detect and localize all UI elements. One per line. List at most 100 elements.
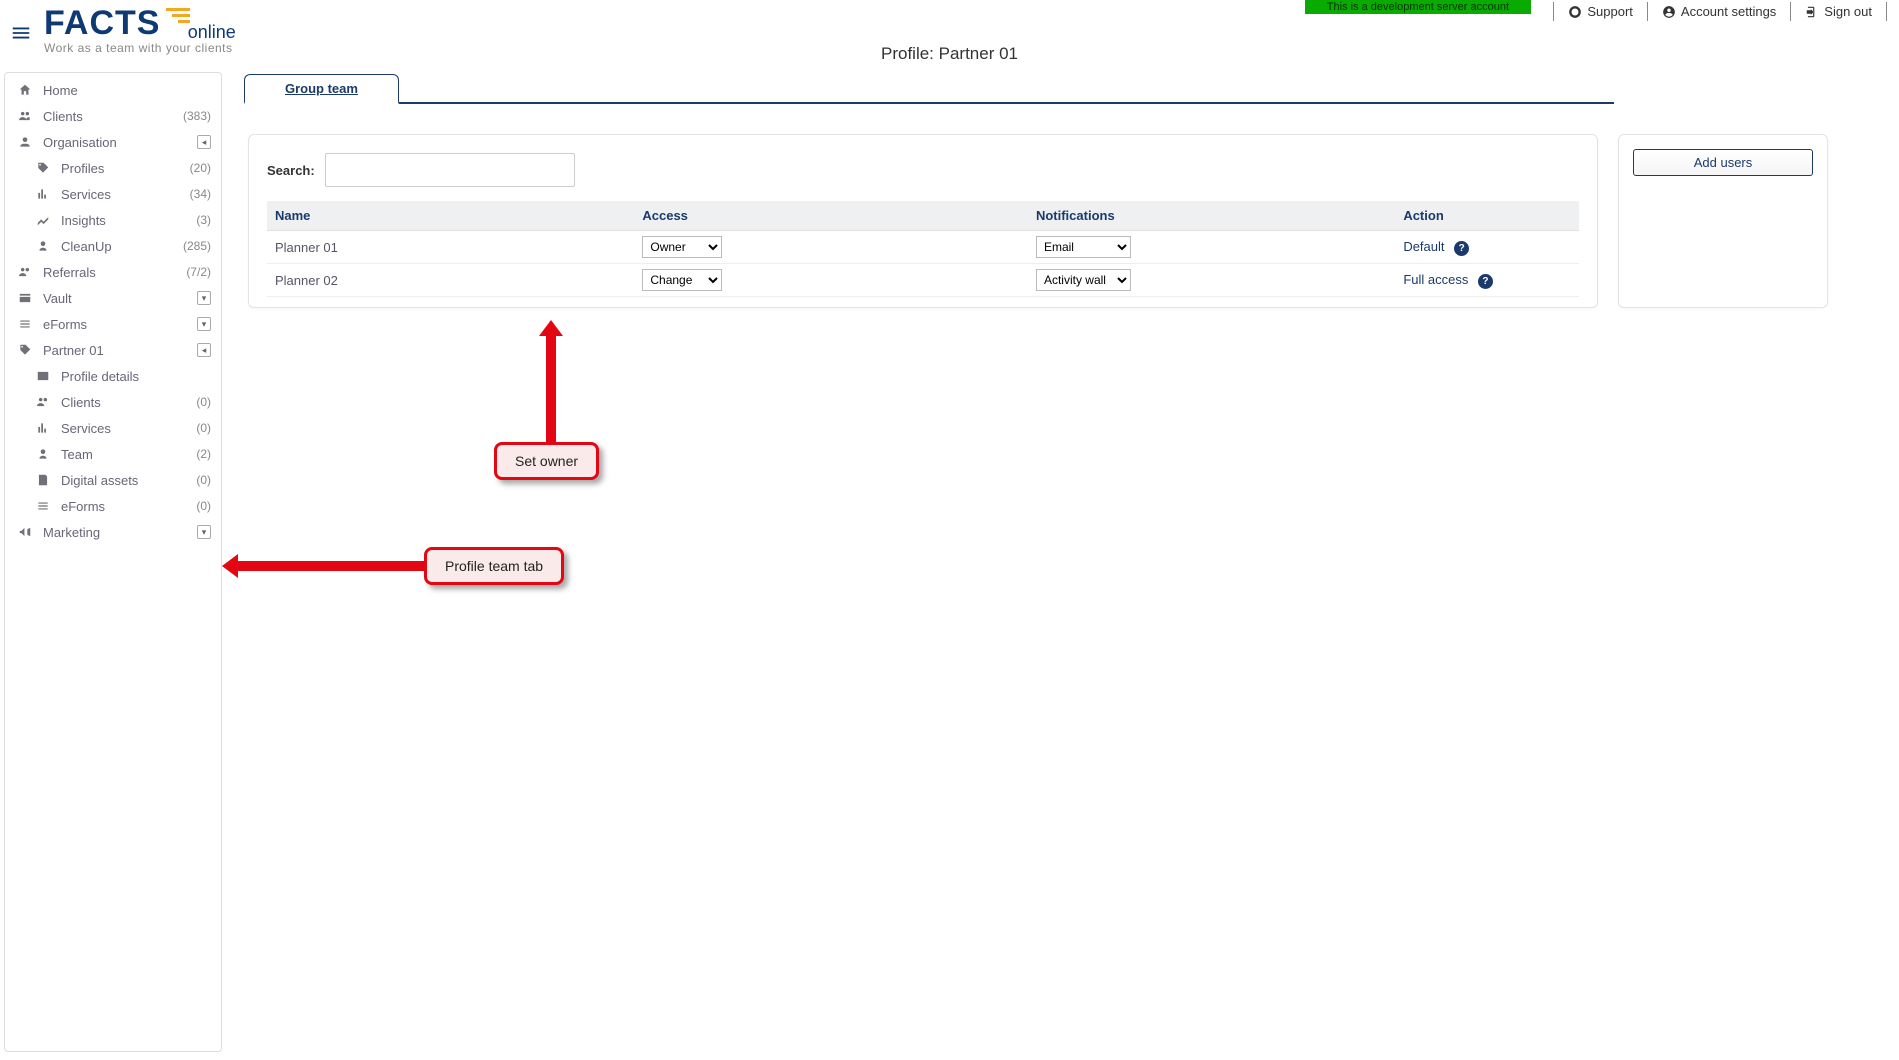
card-icon: [35, 368, 51, 384]
sidebar-item-label: Insights: [61, 213, 186, 228]
megaphone-icon: [17, 524, 33, 540]
sidebar-item-label: Marketing: [43, 525, 187, 540]
collapse-left-icon[interactable]: ◂: [197, 343, 211, 357]
cell-name: Planner 01: [267, 231, 634, 264]
sidebar-item-partner01[interactable]: Partner 01 ◂: [5, 337, 221, 363]
tab-group-team[interactable]: Group team: [244, 74, 399, 104]
sidebar-item-p-services[interactable]: Services (0): [5, 415, 221, 441]
access-select[interactable]: Owner: [642, 236, 722, 258]
sign-out-label: Sign out: [1824, 4, 1872, 19]
users-icon: [35, 394, 51, 410]
tab-bar: Group team: [244, 72, 1614, 104]
sidebar-item-label: Profile details: [61, 369, 211, 384]
sidebar: Home Clients (383) Organisation ◂ Profil…: [4, 72, 222, 1052]
search-input[interactable]: [325, 153, 575, 187]
brand-facts: FACTS: [44, 4, 160, 42]
sidebar-item-services[interactable]: Services (34): [5, 181, 221, 207]
cleanup-icon: [35, 238, 51, 254]
sidebar-item-label: Profiles: [61, 161, 180, 176]
sidebar-item-vault[interactable]: Vault ▾: [5, 285, 221, 311]
sidebar-item-label: Services: [61, 421, 186, 436]
annotation-set-owner: Set owner: [494, 442, 599, 480]
brand-tagline: Work as a team with your clients: [44, 41, 236, 55]
expand-icon[interactable]: ▾: [197, 525, 211, 539]
help-icon[interactable]: ?: [1478, 274, 1493, 289]
sidebar-item-label: Vault: [43, 291, 187, 306]
sidebar-item-count: (0): [196, 499, 211, 513]
tag-icon: [17, 342, 33, 358]
logo[interactable]: FACTS online Work as a team with your cl…: [44, 4, 236, 55]
cell-name: Planner 02: [267, 264, 634, 297]
sidebar-item-count: (285): [183, 239, 211, 253]
chart-icon: [35, 420, 51, 436]
account-settings-link[interactable]: Account settings: [1647, 2, 1790, 21]
sign-out-icon: [1805, 5, 1819, 19]
action-text[interactable]: Default: [1403, 239, 1444, 254]
sidebar-item-home[interactable]: Home: [5, 77, 221, 103]
insights-icon: [35, 212, 51, 228]
brand-bars-icon: [166, 8, 190, 26]
sidebar-item-organisation[interactable]: Organisation ◂: [5, 129, 221, 155]
notifications-select[interactable]: Email: [1036, 236, 1131, 258]
annotation-arrow-set-owner: [546, 334, 556, 442]
team-panel: Search: Name Access Notifications Action: [248, 134, 1598, 308]
col-name: Name: [267, 201, 634, 231]
table-row: Planner 01 Owner Email: [267, 231, 1579, 264]
sidebar-item-profile-details[interactable]: Profile details: [5, 363, 221, 389]
sidebar-item-label: Referrals: [43, 265, 176, 280]
dev-banner: This is a development server account: [1305, 0, 1531, 14]
team-table: Name Access Notifications Action Planner…: [267, 201, 1579, 297]
chart-icon: [35, 186, 51, 202]
access-select[interactable]: Change: [642, 269, 722, 291]
col-access: Access: [634, 201, 1028, 231]
add-users-button[interactable]: Add users: [1633, 149, 1813, 176]
sidebar-item-count: (383): [183, 109, 211, 123]
sidebar-item-clients[interactable]: Clients (383): [5, 103, 221, 129]
sidebar-item-label: eForms: [43, 317, 187, 332]
list-icon: [17, 316, 33, 332]
sidebar-item-count: (0): [196, 421, 211, 435]
top-links: Support Account settings Sign out: [1553, 2, 1887, 21]
col-notifications: Notifications: [1028, 201, 1395, 231]
top-bar: FACTS online Work as a team with your cl…: [0, 0, 1899, 72]
sidebar-item-count: (0): [196, 395, 211, 409]
table-row: Planner 02 Change Activity wall: [267, 264, 1579, 297]
sidebar-item-p-clients[interactable]: Clients (0): [5, 389, 221, 415]
sign-out-link[interactable]: Sign out: [1790, 2, 1887, 21]
org-icon: [17, 134, 33, 150]
sidebar-item-label: eForms: [61, 499, 186, 514]
expand-icon[interactable]: ▾: [197, 317, 211, 331]
sidebar-item-p-digital[interactable]: Digital assets (0): [5, 467, 221, 493]
collapse-left-icon[interactable]: ◂: [197, 135, 211, 149]
sidebar-item-referrals[interactable]: Referrals (7/2): [5, 259, 221, 285]
sidebar-item-count: (2): [196, 447, 211, 461]
sidebar-item-count: (34): [190, 187, 211, 201]
expand-icon[interactable]: ▾: [197, 291, 211, 305]
help-icon[interactable]: ?: [1454, 241, 1469, 256]
sidebar-item-marketing[interactable]: Marketing ▾: [5, 519, 221, 545]
annotation-arrow-profile-team: [236, 561, 431, 571]
action-text[interactable]: Full access: [1403, 272, 1468, 287]
sidebar-item-eforms[interactable]: eForms ▾: [5, 311, 221, 337]
user-icon: [35, 446, 51, 462]
sidebar-item-p-team[interactable]: Team (2): [5, 441, 221, 467]
support-link[interactable]: Support: [1553, 2, 1647, 21]
menu-toggle[interactable]: [10, 22, 32, 47]
sidebar-item-label: Clients: [61, 395, 186, 410]
sidebar-item-p-eforms[interactable]: eForms (0): [5, 493, 221, 519]
sidebar-item-cleanup[interactable]: CleanUp (285): [5, 233, 221, 259]
sidebar-item-label: CleanUp: [61, 239, 173, 254]
disk-icon: [35, 472, 51, 488]
sidebar-item-count: (3): [196, 213, 211, 227]
side-actions-panel: Add users: [1618, 134, 1828, 308]
sidebar-item-label: Team: [61, 447, 186, 462]
notifications-select[interactable]: Activity wall: [1036, 269, 1131, 291]
brand-online: online: [188, 22, 236, 42]
sidebar-item-profiles[interactable]: Profiles (20): [5, 155, 221, 181]
referrals-icon: [17, 264, 33, 280]
hamburger-icon: [10, 22, 32, 44]
sidebar-item-insights[interactable]: Insights (3): [5, 207, 221, 233]
sidebar-item-label: Clients: [43, 109, 173, 124]
sidebar-item-label: Services: [61, 187, 180, 202]
list-icon: [35, 498, 51, 514]
